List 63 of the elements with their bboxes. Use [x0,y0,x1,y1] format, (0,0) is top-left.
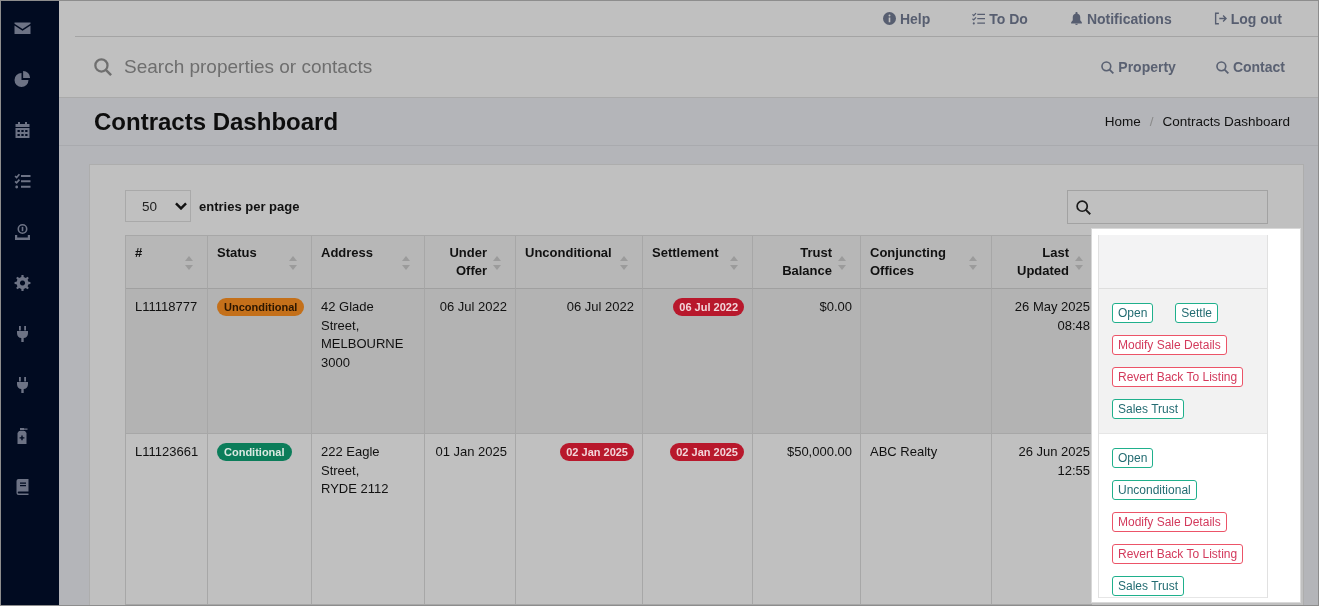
top-nav-link[interactable]: Log out [1213,10,1282,27]
page-size-label: entries per page [199,198,300,214]
date-badge: 06 Jul 2022 [673,298,744,316]
table-cell: L11123661 [126,434,208,605]
search-icon [1101,60,1115,74]
checklist-icon [972,12,986,25]
table-cell: 26 May 2025 08:48 [992,289,1092,434]
table-cell: $0.00 [753,289,861,434]
page-title: Contracts Dashboard [94,107,339,136]
logout-icon [1213,12,1227,25]
table-cell: $50,000.00 [753,434,861,605]
action-button[interactable]: Settle [1175,303,1219,323]
status-badge: Conditional [217,443,292,461]
date-badge: 02 Jan 2025 [560,443,634,461]
coin-tray-icon[interactable] [13,223,31,240]
page-size-select[interactable]: 50 [125,190,191,222]
column-header[interactable]: Conjuncting Offices [861,236,992,289]
search-icon [1076,199,1091,215]
action-button[interactable]: Sales Trust [1112,399,1185,419]
breadcrumb-link[interactable]: Home [1104,114,1141,129]
column-header[interactable]: Status [208,236,312,289]
column-header[interactable]: Address [312,236,425,289]
column-header[interactable]: Last Updated [992,236,1092,289]
status-badge: Unconditional [217,298,305,316]
scope-search-link[interactable]: Contact [1215,59,1285,75]
table-cell: ABC Realty [861,434,992,605]
action-button[interactable]: Revert Back To Listing [1112,367,1244,387]
calendar-icon[interactable] [13,121,31,138]
action-button[interactable]: Unconditional [1112,480,1197,500]
action-button[interactable]: Open [1112,448,1154,468]
table-cell: 06 Jul 2022 [425,289,516,434]
settings-icon[interactable] [13,274,31,291]
column-header[interactable]: Settlement [643,236,753,289]
breadcrumb-separator: / [1149,114,1154,129]
search-icon [1215,60,1229,74]
action-button[interactable]: Modify Sale Details [1112,512,1227,532]
action-button[interactable]: Sales Trust [1112,576,1185,596]
top-nav-link[interactable]: Help [882,10,931,27]
column-header[interactable]: Unconditional [516,236,643,289]
column-header[interactable]: Trust Balance [753,236,861,289]
checklist-icon[interactable] [13,172,31,189]
table-cell: L11118777 [126,289,208,434]
chevron-down-icon [175,202,187,210]
table-cell: 42 Glade Street, MELBOURNE 3000 [312,289,425,434]
column-header[interactable]: Under Offer [425,236,516,289]
table-cell: 06 Jul 2022 [516,289,643,434]
search-field[interactable]: Search properties or contacts [124,56,554,78]
search-icon [94,58,112,76]
top-nav-link[interactable]: Notifications [1069,10,1172,27]
pie-chart-icon[interactable] [13,70,31,87]
column-header[interactable]: # [126,236,208,289]
bell-icon [1069,12,1083,25]
top-nav-link[interactable]: To Do [972,10,1028,27]
breadcrumb-current: Contracts Dashboard [1162,114,1290,129]
scope-search-link[interactable]: Property [1101,59,1176,75]
table-search-field[interactable] [1067,190,1268,224]
action-button[interactable]: Modify Sale Details [1112,335,1227,355]
action-button[interactable]: Open [1112,303,1154,323]
table-cell: 222 Eagle Street, RYDE 2112 [312,434,425,605]
info-icon [882,12,896,25]
date-badge: 02 Jan 2025 [670,443,744,461]
table-cell: 01 Jan 2025 [425,434,516,605]
action-button[interactable]: Revert Back To Listing [1112,544,1244,564]
